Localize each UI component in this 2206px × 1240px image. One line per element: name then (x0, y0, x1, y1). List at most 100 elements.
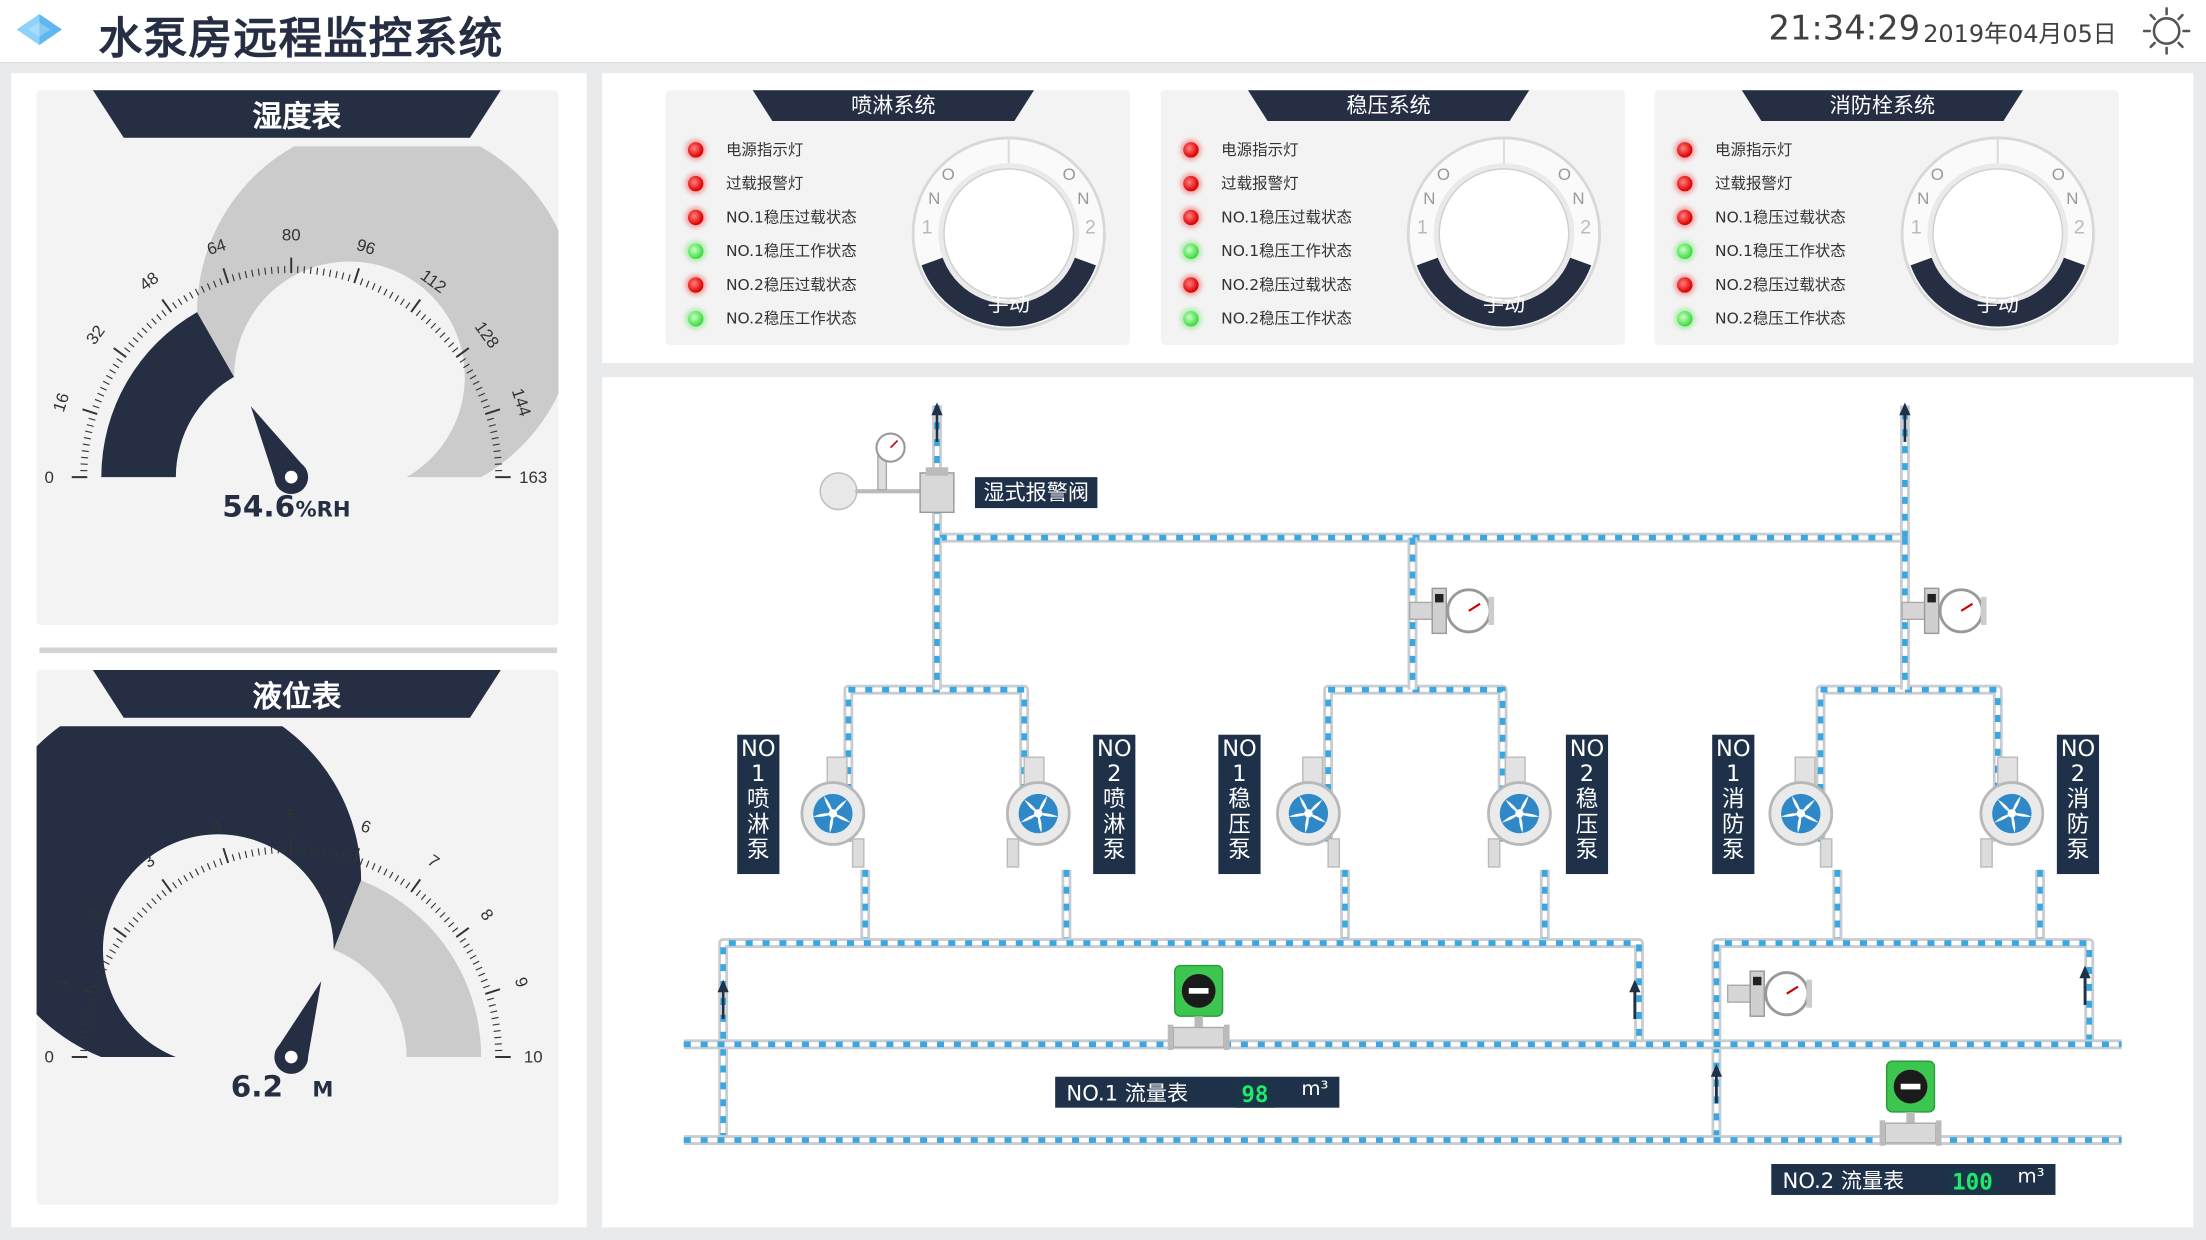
systems-panel: 喷淋系统 电源指示灯 过载报警灯 NO.1稳压过载状态 NO.1稳压工作状态 NO.2稳压… (602, 73, 2194, 364)
pump-label: NO 2 消 防 泵 (2056, 734, 2100, 875)
gauge-tick (102, 380, 110, 385)
indicator-light-icon (1677, 141, 1693, 157)
gauge-tick (177, 878, 183, 886)
system-card: 稳压系统 电源指示灯 过载报警灯 NO.1稳压过载状态 NO.1稳压工作状态 NO.2稳压… (1160, 90, 1625, 345)
gauge-tick (466, 949, 474, 954)
gauge-tick (322, 268, 325, 276)
gauge-tick (194, 288, 200, 296)
gauge-tick (394, 295, 400, 302)
gauge-tick (459, 937, 467, 943)
gauge-tick (172, 882, 178, 889)
humidity-gauge-track (197, 146, 559, 478)
gauge-tick (371, 863, 376, 870)
gauge-tick (257, 848, 260, 856)
gauge-tick (420, 314, 427, 321)
gauge-tick-label: 9 (511, 975, 532, 990)
level-card: 液位表 0 1 2 3 4 5 6 7 8 9 10 6.2 M (36, 669, 559, 1205)
gauge-tick (365, 860, 370, 868)
level-title: 液位表 (252, 679, 342, 714)
flowmeter-2-icon (1879, 1060, 1942, 1146)
indicator-label: NO.1稳压过载状态 (725, 208, 857, 227)
gauge-tick (469, 954, 477, 960)
gauge-tick (86, 424, 94, 427)
gauge-tick (430, 322, 437, 329)
gauge-tick (161, 889, 167, 897)
indicator-light-icon (1677, 242, 1693, 259)
pump-label: NO 1 喷 淋 泵 (737, 734, 780, 875)
indicator-label: NO.1稳压工作状态 (1714, 242, 1846, 261)
gauge-tick (389, 291, 394, 299)
flowmeter-1-value: 98 (1235, 1080, 1275, 1108)
indicator-light-icon (1183, 141, 1199, 157)
gauge-tick (410, 298, 422, 313)
gauge-tick (448, 922, 455, 928)
gauge-tick (112, 943, 120, 949)
knob-label: N (2066, 189, 2078, 208)
system-title: 消防栓系统 (1829, 92, 1936, 119)
gauge-tick (389, 871, 394, 879)
knob-mode-label: 手动 (1483, 292, 1525, 316)
knob-label: 1 (1911, 217, 1922, 239)
mode-selector-knob[interactable]: ON1ON2手动 (1405, 135, 1602, 332)
indicator-row: NO.1稳压工作状态 (1183, 234, 1352, 268)
page-title: 水泵房远程监控系统 (98, 14, 504, 65)
indicator-light-icon (687, 310, 704, 326)
indicator-label: 过载报警灯 (1714, 174, 1793, 193)
gauge-tick (183, 295, 188, 302)
gauge-tick (359, 278, 364, 286)
gauge-tick (365, 280, 370, 288)
mode-selector-knob[interactable]: ON1ON2手动 (910, 135, 1107, 332)
indicator-row: 电源指示灯 (687, 132, 803, 166)
gauge-tick (405, 302, 411, 309)
gauge-tick-label: 163 (519, 468, 547, 487)
indicator-label: NO.1稳压过载状态 (1221, 208, 1352, 227)
gauge-tick (231, 854, 235, 862)
indicator-label: NO.2稳压工作状态 (725, 309, 857, 328)
gauge-tick (113, 347, 127, 358)
humidity-title: 湿度表 (252, 99, 342, 134)
humidity-card: 湿度表 0 16 32 48 64 80 96 112 128 144 163 54.6 %RH (36, 90, 559, 625)
pump-manifold (843, 684, 1030, 842)
gauge-tick (151, 898, 157, 905)
pipe-diagram (683, 402, 2122, 1146)
gauge-tick (81, 1036, 89, 1039)
level-gauge-track (333, 880, 482, 1058)
left-panel: 湿度表 0 16 32 48 64 80 96 112 128 144 163 54.6 %RH 液… (11, 73, 587, 1228)
gauge-tick (359, 858, 364, 866)
gauge-tick (100, 386, 107, 391)
indicator-label: NO.1稳压工作状态 (1221, 242, 1352, 261)
gauge-tick (270, 266, 273, 275)
indicator-light-icon (1183, 242, 1199, 259)
pump-icon (1005, 756, 1071, 868)
pump-label: NO 2 稳 压 泵 (1565, 734, 1609, 875)
indicator-row: 过载报警灯 (1183, 166, 1299, 200)
gauge-tick-label: 80 (282, 226, 301, 245)
mode-selector-knob[interactable]: ON1ON2手动 (1899, 135, 2096, 332)
level-unit: M (312, 1076, 334, 1103)
knob-label: N (1423, 189, 1435, 208)
gauge-tick (124, 347, 131, 353)
gauge-tick (383, 868, 388, 876)
flowmeter-2-unit: m³ (2017, 1165, 2045, 1188)
indicator-row: NO.1稳压工作状态 (687, 234, 857, 268)
gauge-tick (200, 865, 205, 873)
indicator-row: NO.2稳压过载状态 (1677, 267, 1846, 301)
sun-settings-icon[interactable] (2141, 6, 2192, 57)
knob-label: O (1931, 165, 1944, 184)
indicator-light-icon (1183, 175, 1199, 191)
gauge-tick-label: 48 (136, 268, 162, 294)
gauge-tick (328, 269, 332, 277)
gauge-tick (405, 882, 411, 889)
indicator-label: NO.2稳压过载状态 (1221, 275, 1352, 295)
indicator-light-icon (687, 276, 704, 293)
gauge-tick (475, 966, 483, 971)
indicator-row: NO.2稳压过载状态 (687, 267, 857, 301)
gauge-tick (112, 363, 120, 369)
knob-label: O (1437, 165, 1450, 184)
knob-label: O (1063, 165, 1076, 184)
gauge-tick (116, 937, 123, 943)
flowmeter-1-icon (1167, 964, 1230, 1050)
gauge-tick (439, 332, 446, 338)
gauge-tick (443, 916, 450, 923)
flowmeter-1-label: NO.1 流量表 (1066, 1080, 1189, 1107)
